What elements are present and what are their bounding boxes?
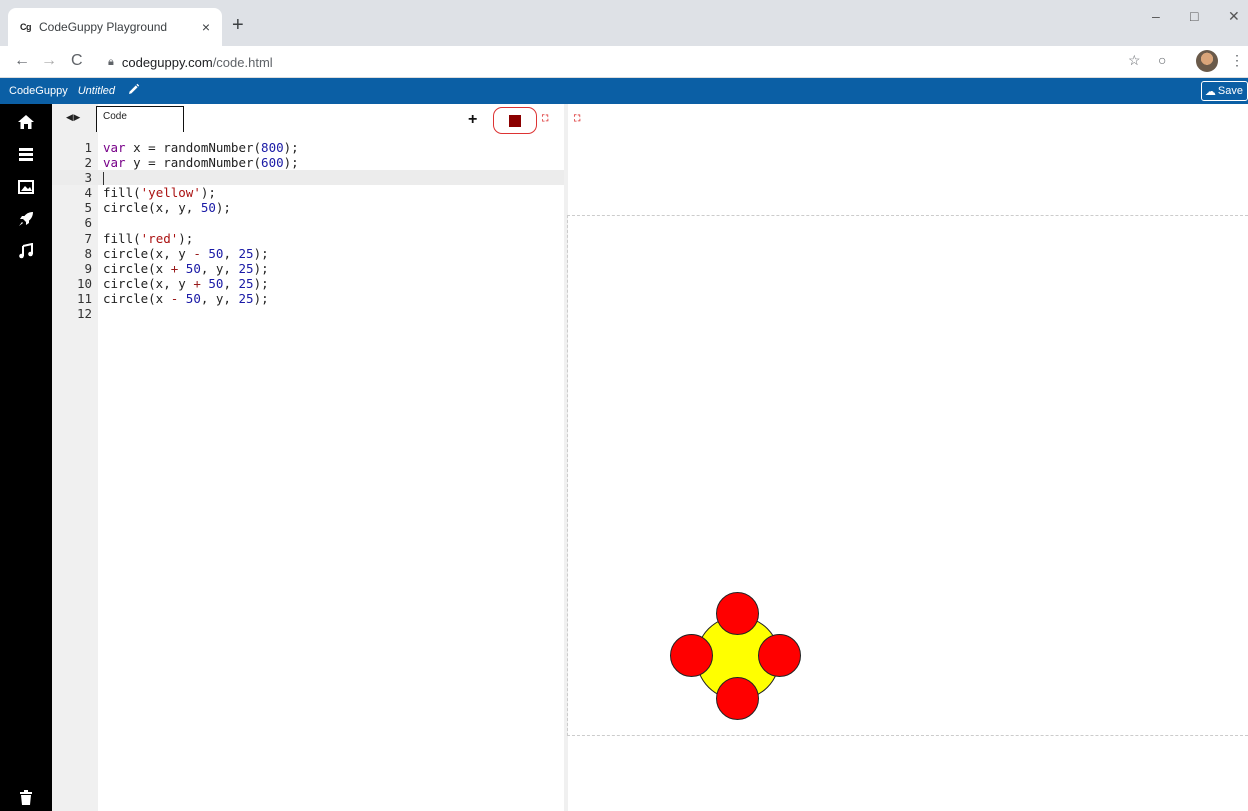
- save-button[interactable]: ☁ Save: [1200, 81, 1248, 101]
- browser-menu-icon[interactable]: ⋮: [1230, 52, 1244, 69]
- code-line[interactable]: 2 var y = randomNumber(600);: [52, 155, 564, 170]
- line-number: 11: [76, 290, 92, 306]
- line-number: 1: [84, 140, 92, 155]
- code-text: circle(x - 50, y, 25);: [103, 290, 269, 306]
- code-text: circle(x, y - 50, 25);: [103, 245, 269, 261]
- tab-code[interactable]: Code: [96, 106, 184, 132]
- image-icon[interactable]: [16, 179, 36, 199]
- back-icon[interactable]: ←: [14, 52, 30, 70]
- line-number: 7: [84, 230, 92, 246]
- line-number: 9: [84, 260, 92, 276]
- code-text: circle(x + 50, y, 25);: [103, 260, 269, 276]
- add-tab-button[interactable]: +: [468, 111, 477, 129]
- code-text: [103, 170, 104, 186]
- extension-icon[interactable]: ○: [1158, 52, 1166, 68]
- code-text: fill('yellow');: [103, 185, 216, 201]
- code-line[interactable]: 5 circle(x, y, 50);: [52, 200, 564, 215]
- music-icon[interactable]: [16, 242, 36, 264]
- line-number: 10: [76, 275, 92, 291]
- profile-avatar[interactable]: [1196, 50, 1218, 72]
- trash-icon[interactable]: [16, 790, 36, 811]
- tab-close-icon[interactable]: ×: [202, 19, 210, 35]
- code-line[interactable]: 10 circle(x, y + 50, 25);: [52, 276, 564, 291]
- bookmark-star-icon[interactable]: ☆: [1128, 52, 1141, 69]
- code-line[interactable]: 12: [52, 306, 564, 321]
- stop-button[interactable]: [493, 107, 537, 134]
- code-text: var x = randomNumber(800);: [103, 140, 299, 155]
- sidebar: [0, 104, 52, 811]
- line-number: 3: [84, 170, 92, 186]
- edit-pencil-icon[interactable]: [127, 83, 140, 99]
- close-window-icon[interactable]: ✕: [1228, 8, 1240, 25]
- save-label: Save: [1217, 85, 1243, 97]
- line-number: 5: [84, 200, 92, 216]
- url-path: /code.html: [212, 54, 273, 70]
- cloud-icon: ☁: [1204, 85, 1216, 98]
- program-filename[interactable]: Untitled: [78, 85, 115, 97]
- code-line[interactable]: 8 circle(x, y - 50, 25);: [52, 246, 564, 261]
- red-circle-right: [758, 634, 801, 677]
- output-canvas[interactable]: [567, 215, 1248, 736]
- lock-icon: 🔒︎: [108, 55, 114, 68]
- stop-icon: [509, 114, 521, 127]
- code-text: circle(x, y + 50, 25);: [103, 275, 269, 291]
- line-number: 2: [84, 155, 92, 171]
- rocket-icon[interactable]: [16, 211, 36, 232]
- line-number: 4: [84, 185, 92, 201]
- minimize-icon[interactable]: –: [1152, 8, 1160, 24]
- code-text: fill('red');: [103, 230, 194, 246]
- code-text: var y = randomNumber(600);: [103, 155, 299, 171]
- browser-toolbar: ← → C 🔒︎ codeguppy.com/code.html ☆ ○ ⋮: [0, 46, 1248, 78]
- red-circle-bottom: [716, 677, 759, 720]
- tab-title: CodeGuppy Playground: [39, 20, 168, 34]
- address-bar[interactable]: 🔒︎ codeguppy.com/code.html: [108, 50, 1118, 74]
- home-icon[interactable]: [16, 114, 36, 135]
- browser-titlebar: Cg CodeGuppy Playground × + – □ ✕: [0, 0, 1248, 46]
- forward-icon[interactable]: →: [41, 52, 57, 70]
- url-host: codeguppy.com: [121, 54, 213, 70]
- menu-icon[interactable]: [16, 146, 36, 166]
- app-brand[interactable]: CodeGuppy: [9, 85, 68, 97]
- maximize-icon[interactable]: □: [1190, 8, 1198, 24]
- new-tab-button[interactable]: +: [232, 14, 244, 37]
- browser-tab[interactable]: Cg CodeGuppy Playground ×: [8, 8, 222, 46]
- code-line[interactable]: 4 fill('yellow');: [52, 185, 564, 200]
- red-circle-top: [716, 592, 759, 635]
- app-header: CodeGuppy Untitled ☁ Save: [0, 78, 1248, 104]
- red-circle-left: [670, 634, 713, 677]
- code-line[interactable]: 9 circle(x + 50, y, 25);: [52, 261, 564, 276]
- code-text: circle(x, y, 50);: [103, 200, 231, 216]
- code-line[interactable]: 11 circle(x - 50, y, 25);: [52, 291, 564, 306]
- line-number: 12: [76, 306, 92, 322]
- code-line[interactable]: 3: [52, 170, 564, 186]
- fullscreen-output-icon[interactable]: ⛶: [574, 113, 580, 124]
- code-editor[interactable]: 1 var x = randomNumber(800); 2 var y = rand…: [52, 140, 564, 321]
- code-line[interactable]: 1 var x = randomNumber(800);: [52, 140, 564, 155]
- line-number: 8: [84, 245, 92, 261]
- codeguppy-favicon-icon: Cg: [20, 22, 32, 32]
- code-line[interactable]: 7 fill('red');: [52, 231, 564, 246]
- fullscreen-editor-icon[interactable]: ⛶: [542, 113, 548, 124]
- code-line[interactable]: 6: [52, 215, 564, 230]
- line-number: 6: [84, 215, 92, 231]
- collapse-arrows-icon[interactable]: ◀ ▶: [66, 112, 80, 123]
- reload-icon[interactable]: C: [71, 52, 83, 70]
